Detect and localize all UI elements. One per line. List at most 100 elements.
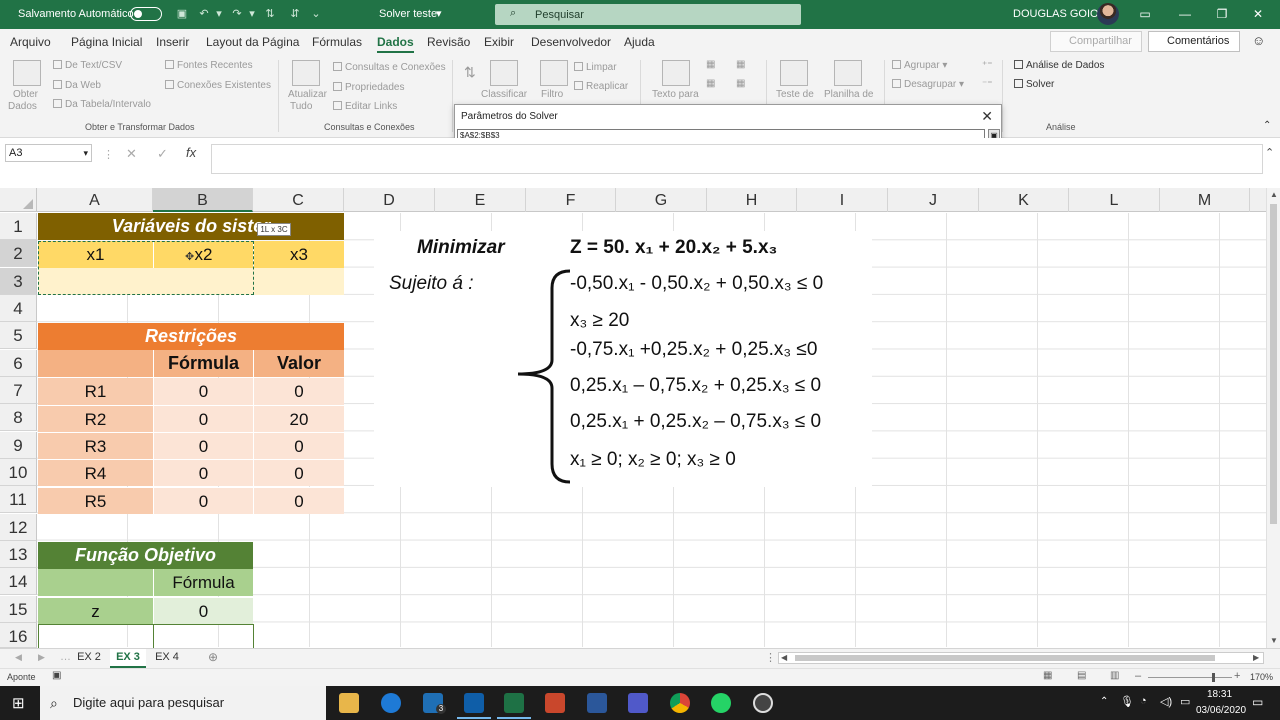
edit-links-button[interactable]: Editar Links <box>333 101 397 112</box>
reapply-button[interactable]: Reaplicar <box>574 81 628 92</box>
consolidate-icon[interactable]: ▦ <box>736 59 745 70</box>
sort-asc-icon[interactable]: ⇅ <box>263 7 277 21</box>
data-analysis-button[interactable]: Análise de Dados <box>1014 60 1104 71</box>
forecast-label[interactable]: Planilha de <box>824 89 873 100</box>
column-header-h[interactable]: H <box>707 188 797 212</box>
col-formula-header[interactable]: Fórmula <box>153 350 253 377</box>
tab-pagina-inicial[interactable]: Página Inicial <box>71 35 142 49</box>
windows-start-icon[interactable]: ⊞ <box>12 694 25 712</box>
row-header-14[interactable]: 14 <box>0 568 37 595</box>
restriction-formula[interactable]: 0 <box>153 405 253 432</box>
relationships-icon[interactable]: ▦ <box>736 78 745 89</box>
row-header-2[interactable]: 2 <box>0 240 37 267</box>
chevron-down-icon[interactable]: ▾ <box>436 7 442 20</box>
column-header-m[interactable]: M <box>1160 188 1250 212</box>
existing-connections-button[interactable]: Conexões Existentes <box>165 80 271 91</box>
save-icon[interactable]: ▣ <box>175 7 189 21</box>
restriction-name[interactable]: R2 <box>38 405 153 432</box>
restriction-value[interactable]: 0 <box>253 378 344 405</box>
queries-connections-button[interactable]: Consultas e Conexões <box>333 62 446 73</box>
restrictions-header-blank[interactable] <box>38 350 153 377</box>
filter-label[interactable]: Filtro <box>541 89 563 100</box>
redo-dropdown-icon[interactable]: ▾ <box>245 7 259 21</box>
sheet-tab-ex2[interactable]: EX 2 <box>72 649 106 668</box>
restriction-name[interactable]: R5 <box>38 487 153 514</box>
restriction-formula[interactable]: 0 <box>153 378 253 405</box>
tab-inserir[interactable]: Inserir <box>156 35 189 49</box>
objective-title[interactable]: Função Objetivo <box>38 542 253 569</box>
file-explorer-icon[interactable] <box>339 693 359 713</box>
close-icon[interactable]: ✕ <box>1243 5 1273 23</box>
ribbon-display-icon[interactable]: ▭ <box>1130 5 1160 23</box>
row-header-9[interactable]: 9 <box>0 432 37 459</box>
autosave-toggle[interactable] <box>130 7 162 21</box>
row-header-11[interactable]: 11 <box>0 486 37 513</box>
sort-label[interactable]: Classificar <box>481 89 527 100</box>
recent-sources-button[interactable]: Fontes Recentes <box>165 60 253 71</box>
microphone-icon[interactable]: 🎙 <box>1120 695 1134 708</box>
close-icon[interactable]: ✕ <box>981 108 993 125</box>
restrictions-title[interactable]: Restrições <box>38 323 344 350</box>
restriction-formula[interactable]: 0 <box>153 432 253 459</box>
battery-icon[interactable]: ▭ <box>1180 695 1190 708</box>
forecast-sheet-icon[interactable] <box>834 60 862 86</box>
zoom-in-icon[interactable]: + <box>1234 670 1240 682</box>
share-button[interactable]: Compartilhar <box>1050 31 1142 52</box>
formula-input[interactable] <box>211 144 1263 174</box>
restore-icon[interactable]: ❐ <box>1207 5 1237 23</box>
excel-icon[interactable] <box>497 693 531 719</box>
word-icon[interactable] <box>587 693 607 713</box>
flash-fill-icon[interactable]: ▦ <box>706 59 715 70</box>
enter-icon[interactable]: ✓ <box>157 146 168 162</box>
next-sheet-icon[interactable]: ▶ <box>38 652 45 663</box>
search-input[interactable]: ⌕ Pesquisar <box>495 4 801 25</box>
restriction-value[interactable]: 20 <box>253 405 344 432</box>
more-sheets-icon[interactable]: … <box>60 651 71 663</box>
column-header-g[interactable]: G <box>616 188 707 212</box>
file-name[interactable]: Solver teste <box>379 8 437 20</box>
from-text-button[interactable]: De Text/CSV <box>53 60 122 71</box>
row-header-12[interactable]: 12 <box>0 514 37 541</box>
vertical-scrollbar[interactable]: ▲ ▼ <box>1266 188 1280 648</box>
restriction-name[interactable]: R3 <box>38 432 153 459</box>
user-name[interactable]: DOUGLAS GOIOS <box>1013 8 1106 20</box>
sort-az-icon[interactable]: ⇅ <box>464 64 476 81</box>
group-button[interactable]: Agrupar ▾ <box>892 60 947 71</box>
more-icon[interactable]: ⋮ <box>765 651 776 664</box>
insert-function-icon[interactable]: fx <box>186 145 196 160</box>
clear-button[interactable]: Limpar <box>574 62 617 73</box>
mail-icon[interactable]: 3 <box>423 693 446 714</box>
from-table-button[interactable]: Da Tabela/Intervalo <box>53 99 151 110</box>
whatsapp-icon[interactable] <box>711 693 731 713</box>
sort-desc-icon[interactable]: ⇵ <box>288 7 302 21</box>
more-icon[interactable]: ⋮ <box>103 148 114 161</box>
restriction-name[interactable]: R4 <box>38 459 153 486</box>
cancel-icon[interactable]: ✕ <box>126 146 137 162</box>
get-data-label2[interactable]: Dados <box>8 101 37 112</box>
undo-dropdown-icon[interactable]: ▾ <box>212 7 226 21</box>
avatar[interactable] <box>1097 3 1119 25</box>
chrome-icon[interactable] <box>670 693 690 713</box>
sheet-tab-ex3[interactable]: EX 3 <box>110 649 146 668</box>
show-detail-icon[interactable]: ⁺⁼ <box>982 60 993 71</box>
row-header-3[interactable]: 3 <box>0 268 37 295</box>
name-box[interactable]: A3 ▾ <box>5 144 92 162</box>
hscroll-thumb[interactable] <box>795 655 1215 661</box>
row-header-16[interactable]: 16 <box>0 623 37 648</box>
what-if-icon[interactable] <box>780 60 808 86</box>
scroll-down-icon[interactable]: ▼ <box>1270 636 1278 645</box>
equations-textbox[interactable]: Minimizar Z = 50. x₁ + 20.x₂ + 5.x₃ Suje… <box>374 231 872 487</box>
volume-icon[interactable]: ◁) <box>1160 695 1172 708</box>
var-cell-x3[interactable]: x3 <box>253 241 344 268</box>
edge-icon[interactable] <box>381 693 401 713</box>
properties-button[interactable]: Propriedades <box>333 82 404 93</box>
restriction-value[interactable]: 0 <box>253 432 344 459</box>
objective-var[interactable]: z <box>38 597 153 624</box>
redo-icon[interactable]: ↷ <box>230 7 244 21</box>
tab-dados[interactable]: Dados <box>377 35 414 53</box>
text-to-columns-label[interactable]: Texto para <box>652 89 699 100</box>
outlook-icon[interactable] <box>457 693 491 719</box>
from-web-button[interactable]: Da Web <box>53 80 101 91</box>
refresh-label2[interactable]: Tudo <box>290 101 312 112</box>
column-header-i[interactable]: I <box>797 188 888 212</box>
